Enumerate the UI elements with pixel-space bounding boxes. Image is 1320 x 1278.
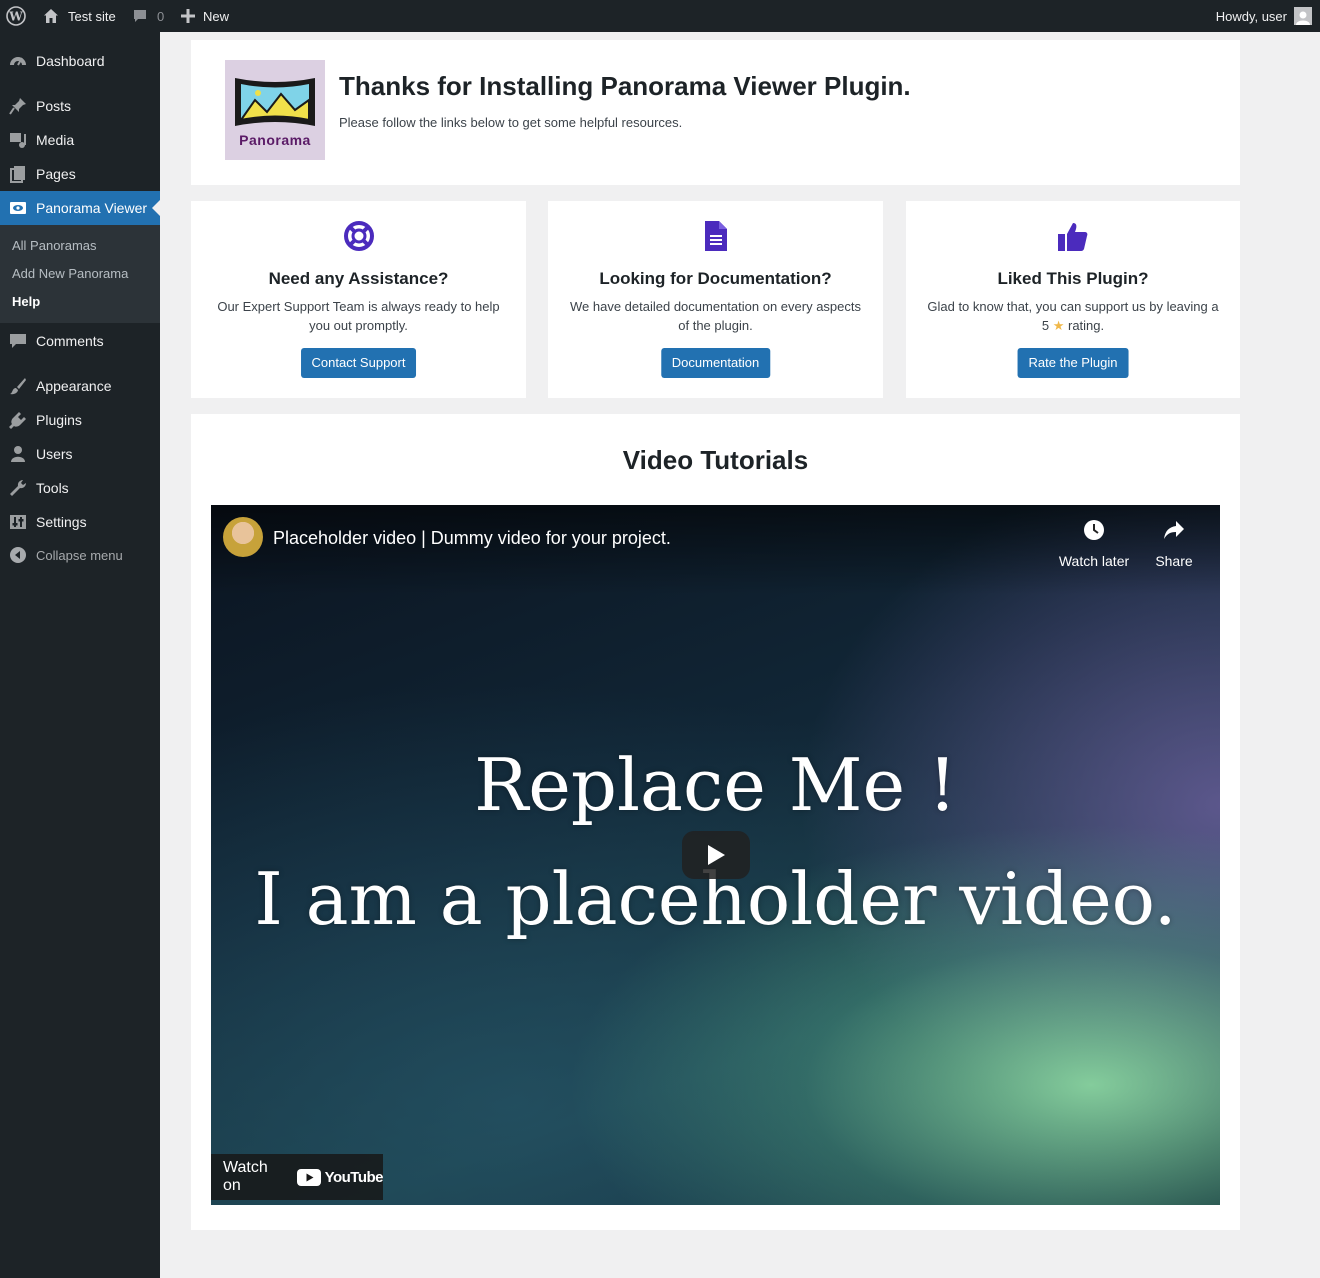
watch-later-button[interactable]: Watch later bbox=[1049, 517, 1139, 569]
collapse-menu-button[interactable]: Collapse menu bbox=[0, 542, 160, 568]
video-tutorials-panel: Video Tutorials Placeholder video | Dumm… bbox=[191, 414, 1240, 1230]
documentation-text: We have detailed documentation on every … bbox=[570, 299, 861, 333]
svg-text:W: W bbox=[8, 10, 23, 24]
share-button[interactable]: Share bbox=[1129, 517, 1219, 569]
sidebar-item-label: Dashboard bbox=[36, 53, 105, 69]
sidebar-item-label: Pages bbox=[36, 166, 76, 182]
home-icon bbox=[42, 7, 60, 25]
sidebar-item-comments[interactable]: Comments bbox=[0, 324, 160, 358]
sidebar-item-appearance[interactable]: Appearance bbox=[0, 369, 160, 403]
rate-plugin-button[interactable]: Rate the Plugin bbox=[1017, 348, 1129, 378]
rate-text-after: rating. bbox=[1068, 318, 1105, 333]
contact-support-button[interactable]: Contact Support bbox=[300, 348, 417, 378]
youtube-player[interactable]: Placeholder video | Dummy video for your… bbox=[211, 505, 1220, 1205]
sidebar-item-media[interactable]: Media bbox=[0, 123, 160, 157]
play-icon bbox=[708, 845, 725, 865]
sidebar-item-label: Comments bbox=[36, 333, 104, 349]
watch-on-label: Watch on bbox=[223, 1159, 268, 1194]
lifebuoy-icon bbox=[191, 220, 526, 252]
plus-icon bbox=[181, 9, 195, 23]
support-card: Need any Assistance? Our Expert Support … bbox=[191, 201, 526, 398]
sidebar-item-dashboard[interactable]: Dashboard bbox=[0, 44, 160, 78]
sidebar-item-posts[interactable]: Posts bbox=[0, 89, 160, 123]
watch-on-youtube-button[interactable]: Watch on YouTube bbox=[211, 1154, 384, 1200]
sidebar-item-users[interactable]: Users bbox=[0, 437, 160, 471]
sidebar-item-panorama-viewer[interactable]: Panorama Viewer bbox=[0, 191, 160, 225]
admin-bar: W Test site 0 New Howdy, user bbox=[0, 0, 1320, 32]
sidebar-item-label: Posts bbox=[36, 98, 72, 114]
youtube-wordmark: YouTube bbox=[324, 1168, 384, 1186]
comment-icon bbox=[0, 331, 36, 351]
documentation-title: Looking for Documentation? bbox=[599, 269, 832, 288]
howdy-label: Howdy, user bbox=[1215, 8, 1287, 24]
pages-icon bbox=[0, 164, 36, 184]
sidebar-item-label: Appearance bbox=[36, 378, 112, 394]
wordpress-logo-icon[interactable]: W bbox=[6, 0, 26, 32]
submenu-all-panoramas[interactable]: All Panoramas bbox=[12, 238, 97, 253]
watch-later-label: Watch later bbox=[1058, 553, 1130, 569]
collapse-menu-label: Collapse menu bbox=[36, 547, 123, 563]
site-name-label: Test site bbox=[68, 8, 116, 24]
user-avatar-icon bbox=[1294, 7, 1312, 25]
plugin-icon bbox=[0, 410, 36, 430]
support-title: Need any Assistance? bbox=[268, 269, 449, 288]
my-account-link[interactable]: Howdy, user bbox=[1216, 0, 1312, 32]
media-icon bbox=[0, 130, 36, 150]
panorama-submenu: All Panoramas Add New Panorama Help bbox=[0, 225, 160, 323]
eye-icon bbox=[0, 198, 36, 218]
documentation-button[interactable]: Documentation bbox=[660, 348, 771, 378]
submenu-help[interactable]: Help bbox=[12, 294, 40, 309]
rate-card: Liked This Plugin? Glad to know that, yo… bbox=[906, 201, 1240, 398]
clock-icon bbox=[1049, 517, 1139, 543]
sidebar-item-tools[interactable]: Tools bbox=[0, 471, 160, 505]
dashboard-icon bbox=[0, 51, 36, 71]
sidebar-item-settings[interactable]: Settings bbox=[0, 505, 160, 539]
submenu-add-new-panorama[interactable]: Add New Panorama bbox=[12, 266, 128, 281]
video-title-link[interactable]: Placeholder video | Dummy video for your… bbox=[273, 528, 671, 549]
sidebar-item-label: Users bbox=[36, 446, 73, 462]
video-frame-line-1: Replace Me ! bbox=[474, 743, 957, 827]
sidebar-item-label: Media bbox=[36, 132, 75, 148]
rate-text: Glad to know that, you can support us by… bbox=[926, 297, 1220, 335]
welcome-panel: Panorama Thanks for Installing Panorama … bbox=[191, 40, 1240, 185]
brush-icon bbox=[0, 376, 36, 396]
user-icon bbox=[0, 444, 36, 464]
pin-icon bbox=[0, 96, 36, 116]
star-icon: ★ bbox=[1052, 318, 1065, 333]
comment-bubble-icon bbox=[132, 8, 148, 24]
thumbs-up-icon bbox=[906, 220, 1240, 252]
new-label: New bbox=[203, 8, 230, 24]
welcome-subtitle: Please follow the links below to get som… bbox=[339, 115, 683, 130]
wrench-icon bbox=[0, 478, 36, 498]
play-button[interactable] bbox=[682, 831, 750, 879]
channel-avatar[interactable] bbox=[223, 517, 263, 557]
documentation-card: Looking for Documentation? We have detai… bbox=[548, 201, 883, 398]
youtube-logo-icon: YouTube bbox=[296, 1168, 384, 1186]
document-icon bbox=[548, 220, 883, 252]
sidebar-item-plugins[interactable]: Plugins bbox=[0, 403, 160, 437]
logo-text: Panorama bbox=[239, 132, 311, 148]
sidebar-item-label: Tools bbox=[36, 480, 69, 496]
sidebar-item-label: Plugins bbox=[36, 412, 82, 428]
comments-count: 0 bbox=[157, 8, 165, 24]
sidebar-item-pages[interactable]: Pages bbox=[0, 157, 160, 191]
support-text: Our Expert Support Team is always ready … bbox=[217, 299, 500, 333]
comments-link[interactable]: 0 bbox=[132, 0, 164, 32]
share-label: Share bbox=[1155, 553, 1193, 569]
admin-sidebar: Dashboard Posts Media Pages Panorama Vie… bbox=[0, 32, 160, 1278]
sidebar-item-label: Panorama Viewer bbox=[36, 200, 148, 216]
new-content-link[interactable]: New bbox=[181, 0, 229, 32]
collapse-arrow-icon bbox=[0, 546, 36, 564]
video-tutorials-heading: Video Tutorials bbox=[622, 445, 809, 475]
site-name-link[interactable]: Test site bbox=[42, 0, 116, 32]
share-arrow-icon bbox=[1129, 517, 1219, 543]
settings-icon bbox=[0, 512, 36, 532]
welcome-title: Thanks for Installing Panorama Viewer Pl… bbox=[339, 71, 911, 101]
panorama-logo: Panorama bbox=[225, 60, 325, 160]
sidebar-item-label: Settings bbox=[36, 514, 87, 530]
rate-title: Liked This Plugin? bbox=[997, 269, 1149, 288]
